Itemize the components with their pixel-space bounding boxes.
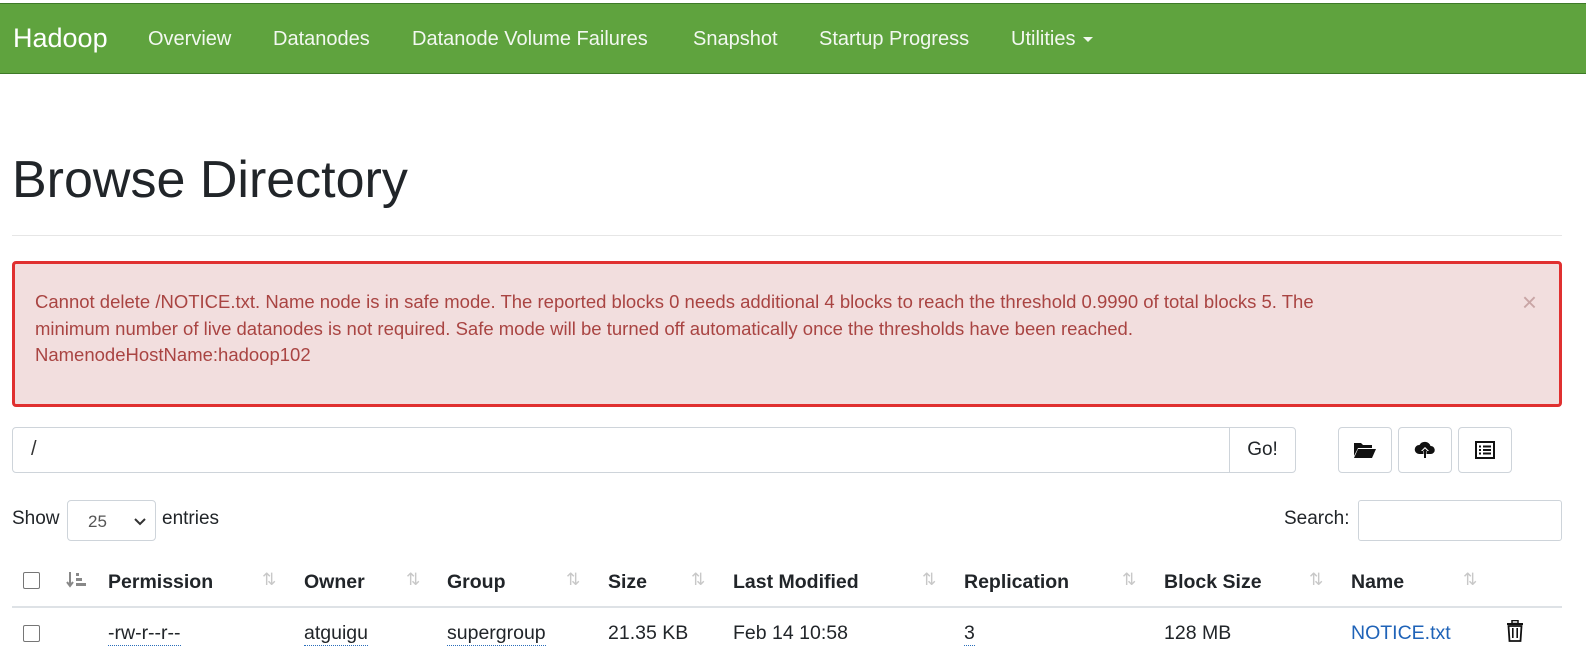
select-all-checkbox[interactable]: [23, 572, 40, 589]
sort-icon[interactable]: ⇅: [1309, 570, 1323, 590]
cut-paste-button[interactable]: [1458, 427, 1512, 473]
cell-name-link[interactable]: NOTICE.txt: [1351, 622, 1451, 645]
cell-group[interactable]: supergroup: [447, 622, 546, 646]
cell-last-modified: Feb 14 10:58: [733, 622, 848, 644]
top-navbar: Hadoop Overview Datanodes Datanode Volum…: [0, 3, 1586, 74]
directory-path-input[interactable]: /: [12, 427, 1230, 473]
header-size[interactable]: Size: [608, 571, 647, 594]
nav-overview[interactable]: Overview: [148, 28, 231, 51]
header-owner[interactable]: Owner: [304, 571, 365, 594]
header-name[interactable]: Name: [1351, 571, 1404, 594]
table-header-border: [12, 606, 1562, 608]
entries-per-page-select[interactable]: 25: [67, 500, 156, 541]
search-label: Search:: [1284, 508, 1350, 529]
cell-owner[interactable]: atguigu: [304, 622, 368, 646]
nav-startup-progress[interactable]: Startup Progress: [819, 28, 969, 51]
brand-logo[interactable]: Hadoop: [13, 23, 108, 54]
header-permission[interactable]: Permission: [108, 571, 213, 594]
trash-icon[interactable]: [1506, 620, 1524, 642]
sort-amount-down-icon[interactable]: [66, 571, 88, 589]
cloud-upload-icon: [1414, 441, 1435, 458]
show-label: Show: [12, 508, 60, 529]
sort-icon[interactable]: ⇅: [922, 570, 936, 590]
page-title: Browse Directory: [12, 151, 408, 209]
caret-down-icon: [1083, 37, 1094, 43]
list-alt-icon: [1475, 441, 1495, 459]
alert-message: Cannot delete /NOTICE.txt. Name node is …: [35, 289, 1495, 369]
alert-line: minimum number of live datanodes is not …: [35, 317, 1133, 339]
sort-icon[interactable]: ⇅: [691, 570, 705, 590]
create-directory-button[interactable]: [1338, 427, 1392, 473]
safe-mode-alert: Cannot delete /NOTICE.txt. Name node is …: [12, 261, 1562, 407]
search-input[interactable]: [1358, 500, 1562, 541]
cell-replication[interactable]: 3: [964, 622, 975, 646]
cell-block-size: 128 MB: [1164, 622, 1232, 644]
cell-permission[interactable]: -rw-r--r--: [108, 622, 181, 646]
sort-icon[interactable]: ⇅: [406, 570, 420, 590]
alert-line: Cannot delete /NOTICE.txt. Name node is …: [35, 291, 1314, 312]
close-icon[interactable]: ×: [1522, 289, 1537, 315]
header-block-size[interactable]: Block Size: [1164, 571, 1262, 594]
nav-datanodes[interactable]: Datanodes: [273, 28, 370, 51]
sort-icon[interactable]: ⇅: [1463, 570, 1477, 590]
header-group[interactable]: Group: [447, 571, 506, 594]
sort-icon[interactable]: ⇅: [1122, 570, 1136, 590]
header-last-modified[interactable]: Last Modified: [733, 571, 859, 594]
alert-line: NamenodeHostName:hadoop102: [35, 344, 311, 365]
entries-selected-value: 25: [88, 512, 107, 531]
chevron-down-icon: [134, 518, 146, 526]
go-button[interactable]: Go!: [1229, 427, 1296, 473]
header-replication[interactable]: Replication: [964, 571, 1069, 594]
nav-datanode-volume-failures[interactable]: Datanode Volume Failures: [412, 28, 648, 51]
nav-snapshot[interactable]: Snapshot: [693, 28, 778, 51]
entries-label: entries: [162, 508, 220, 529]
row-checkbox[interactable]: [23, 625, 40, 642]
nav-utilities-dropdown[interactable]: Utilities: [1011, 28, 1094, 51]
sort-icon[interactable]: ⇅: [566, 570, 580, 590]
sort-icon[interactable]: ⇅: [262, 570, 276, 590]
divider: [12, 235, 1562, 236]
folder-open-icon: [1354, 443, 1376, 458]
upload-files-button[interactable]: [1398, 427, 1452, 473]
nav-utilities-label: Utilities: [1011, 28, 1076, 50]
cell-size: 21.35 KB: [608, 622, 689, 644]
